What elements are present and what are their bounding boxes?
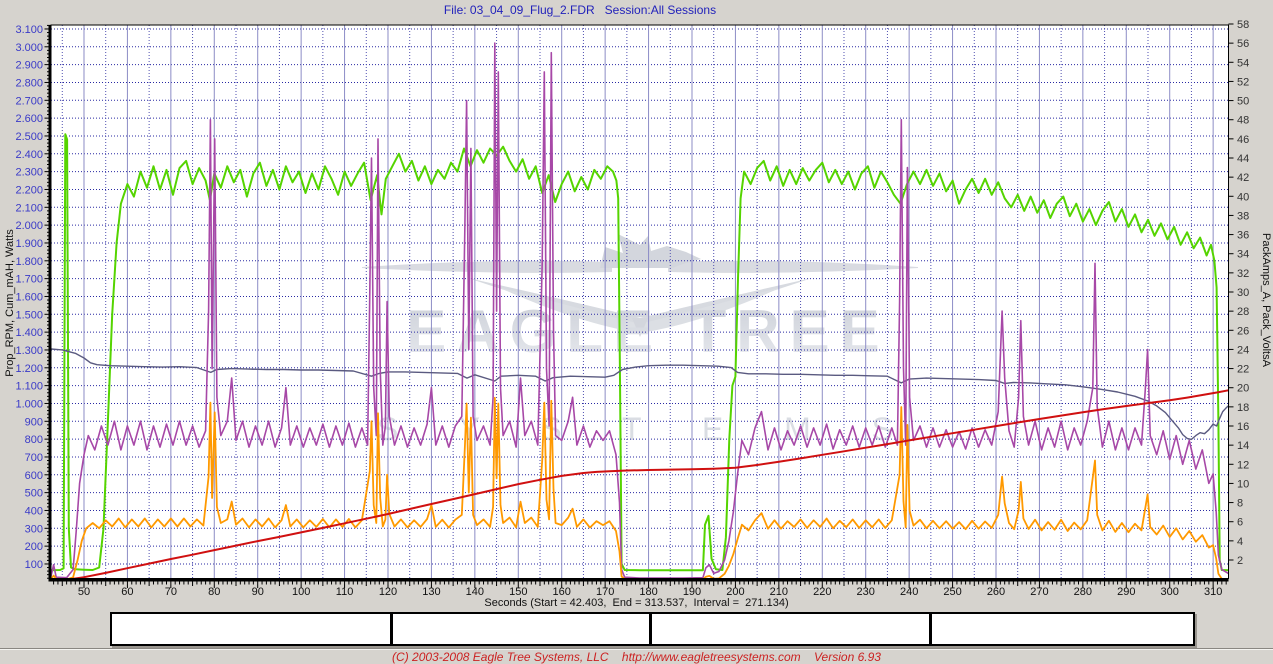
x-axis-line	[49, 579, 1229, 582]
y-axis-right-tick-label: 12	[1237, 459, 1249, 471]
y-axis-left-tick-label: 900	[25, 416, 43, 428]
y-axis-right-tick-label: 14	[1237, 440, 1249, 452]
y-axis-right-tick-label: 48	[1237, 115, 1249, 127]
y-axis-left-tick-label: 100	[25, 559, 43, 571]
y-axis-right-tick-label: 18	[1237, 402, 1249, 414]
stats-cell-volts-rpm: Pack_VoltsA: Min 14.58 Max 24.07 Avg 20.…	[112, 614, 390, 644]
y-axis-left-tick-label: 3.100	[15, 24, 43, 36]
y-axis-right-tick-label: 56	[1237, 38, 1249, 50]
y-axis-left-tick-label: 1.400	[15, 327, 43, 339]
y-axis-left-tick-label: 1.300	[15, 345, 43, 357]
y-axis-left-tick-label: 400	[25, 505, 43, 517]
y-axis-right-title: PackAmps_A, Pack_VoltsA	[1260, 233, 1272, 368]
y-axis-left-tick-label: 1.000	[15, 398, 43, 410]
y-axis-right-tick-label: 58	[1237, 19, 1249, 31]
y-axis-left-tick-label: 2.600	[15, 113, 43, 125]
y-axis-right-tick-label: 16	[1237, 421, 1249, 433]
y-axis-right-tick-label: 6	[1237, 517, 1243, 529]
y-axis-left-tick-label: 1.200	[15, 363, 43, 375]
stats-cell-watts: Watts: Min 14.02 Max 1031.90 Avg 319.90	[652, 614, 929, 644]
y-axis-left-tick-label: 1.500	[15, 309, 43, 321]
y-axis-left-tick-label: 200	[25, 541, 43, 553]
watermark-text-line2: S Y S T E M S	[377, 411, 919, 447]
y-axis-right-tick-label: 2	[1237, 555, 1243, 567]
y-axis-right-tick-label: 10	[1237, 478, 1249, 490]
y-axis-left-tick-label: 1.100	[15, 381, 43, 393]
y-axis-left-tick-label: 500	[25, 488, 43, 500]
stats-panel: Pack_VoltsA: Min 14.58 Max 24.07 Avg 20.…	[110, 612, 1195, 646]
y-axis-right-tick-label: 50	[1237, 96, 1249, 108]
y-axis-left-tick-label: 1.800	[15, 256, 43, 268]
copyright-footer: (C) 2003-2008 Eagle Tree Systems, LLC ht…	[0, 648, 1273, 664]
y-axis-right-tick-label: 24	[1237, 344, 1249, 356]
y-axis-right-tick-label: 30	[1237, 287, 1249, 299]
stats-cell-cum-mah: Cum_mAH: Min 6.00 Max 1074.00 Avg 549.62	[932, 614, 1193, 644]
y-axis-right-tick-label: 32	[1237, 268, 1249, 280]
y-axis-left-tick-label: 1.700	[15, 274, 43, 286]
y-axis-right-tick-label: 8	[1237, 498, 1243, 510]
y-axis-left-tick-label: 2.900	[15, 60, 43, 72]
y-axis-left-tick-label: 800	[25, 434, 43, 446]
chart-svg: EAGLE TREE S Y S T E M S 100 200 300 400 500…	[0, 0, 1273, 612]
y-axis-right-tick-label: 52	[1237, 76, 1249, 88]
y-axis-left-tick-label: 1.600	[15, 291, 43, 303]
y-axis-right-tick-label: 44	[1237, 153, 1249, 165]
y-axis-left-tick-label: 2.700	[15, 95, 43, 107]
y-axis-right-tick-label: 36	[1237, 230, 1249, 242]
y-axis-left-tick-label: 2.500	[15, 131, 43, 143]
y-axis-right-tick-label: 20	[1237, 383, 1249, 395]
app-window: File: 03_04_09_Flug_2.FDR Session:All Se…	[0, 0, 1273, 664]
y-axis-left-tick-label: 2.400	[15, 149, 43, 161]
y-axis-left-tick-label: 2.300	[15, 167, 43, 179]
y-axis-left-tick-label: 600	[25, 470, 43, 482]
y-axis-right-tick-label: 40	[1237, 191, 1249, 203]
y-axis-right-tick-label: 4	[1237, 536, 1243, 548]
y-axis-left-tick-label: 2.200	[15, 184, 43, 196]
stats-cell-packamps: PackAmps_A: Min 0.12 Max 55.96 Avg 15.49	[393, 614, 649, 644]
y-axis-left-tick-label: 1.900	[15, 238, 43, 250]
y-axis-left-tick-label: 300	[25, 523, 43, 535]
watermark: EAGLE TREE S Y S T E M S	[362, 234, 919, 447]
y-axis-left-tick-label: 3.000	[15, 42, 43, 54]
y-axis-left-title: Prop_RPM, Cum_mAH, Watts	[4, 229, 16, 377]
y-axis-left-tick-label: 2.800	[15, 77, 43, 89]
y-axis-right-tick-label: 54	[1237, 57, 1249, 69]
y-axis-right-tick-label: 42	[1237, 172, 1249, 184]
watermark-text-line1: EAGLE TREE	[406, 298, 889, 365]
y-axis-right-tick-label: 28	[1237, 306, 1249, 318]
y-axis-left-tick-label: 2.100	[15, 202, 43, 214]
y-axis-right-tick-label: 34	[1237, 249, 1249, 261]
y-axis-right-tick-label: 26	[1237, 325, 1249, 337]
y-axis-left-tick-label: 700	[25, 452, 43, 464]
y-axis-right-tick-label: 22	[1237, 364, 1249, 376]
y-axis-left-tick-label: 2.000	[15, 220, 43, 232]
x-axis-title: Seconds (Start = 42.403, End = 313.537, …	[0, 597, 1273, 609]
y-axis-right-tick-label: 38	[1237, 210, 1249, 222]
y-axis-right-tick-label: 46	[1237, 134, 1249, 146]
